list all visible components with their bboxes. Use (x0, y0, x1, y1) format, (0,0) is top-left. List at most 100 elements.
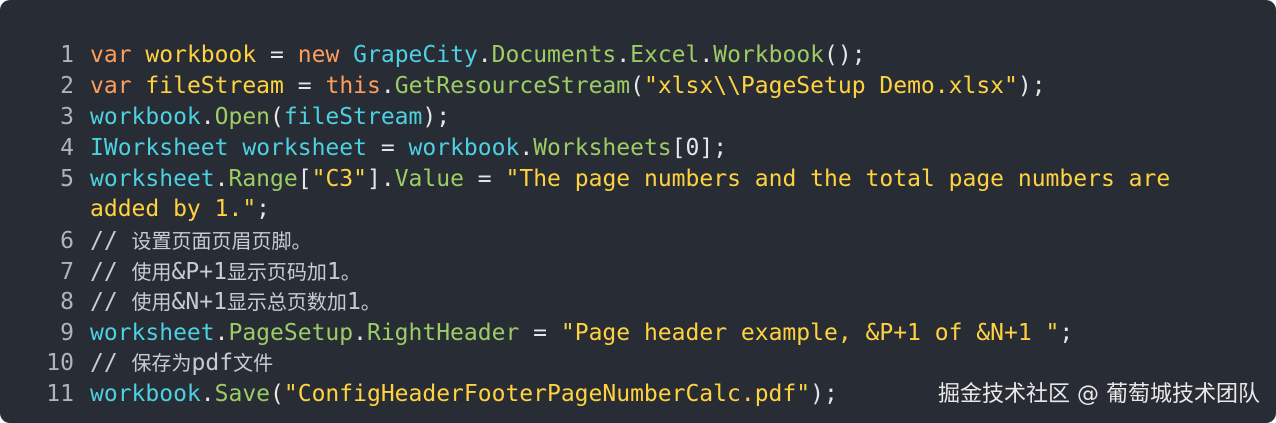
code-token: 显示页码加 (226, 260, 327, 284)
line-number: 8 (60, 289, 74, 315)
line-source: added by 1."; (90, 195, 270, 224)
code-token: // (90, 228, 132, 254)
line-number: 10 (46, 350, 74, 376)
code-token: var (90, 42, 132, 68)
code-token: Open (214, 104, 271, 130)
code-token: 使用 (131, 260, 172, 284)
code-token: Save (214, 381, 271, 407)
code-token: added by 1." (90, 196, 257, 222)
code-token: . (200, 381, 215, 407)
code-token: = (477, 166, 492, 192)
line-number: 9 (60, 320, 74, 346)
line-source: worksheet.Range["C3"].Value = "The page … (90, 164, 1170, 195)
line-source: var workbook = new GrapeCity.Documents.E… (90, 40, 866, 71)
code-token: ); (810, 381, 838, 407)
line-source: var fileStream = this.GetResourceStream(… (90, 71, 1046, 102)
line-number: 3 (60, 104, 74, 130)
code-line-2: 2 var fileStream = this.GetResourceStream… (0, 71, 1276, 102)
code-token: new (297, 42, 340, 68)
code-line-10: 10 // 保存为pdf文件 (0, 348, 1276, 379)
code-line-4: 4 IWorksheet worksheet = workbook.Workshe… (0, 133, 1276, 164)
code-token: . (699, 42, 714, 68)
line-source: // 使用&P+1显示页码加1。 (90, 257, 361, 288)
code-token: 保存为 (131, 351, 192, 375)
code-token: [ (671, 135, 686, 161)
code-token: Workbook (713, 42, 825, 68)
code-token: pdf (191, 350, 234, 376)
code-token: (); (824, 42, 866, 68)
code-token: PageSetup (228, 320, 354, 346)
code-token: fileStream (145, 73, 284, 99)
line-number: 6 (60, 228, 74, 254)
code-token: 使用 (131, 290, 172, 314)
code-token: 。 (360, 290, 381, 314)
line-number: 5 (60, 166, 74, 192)
code-token: 文件 (233, 351, 274, 375)
watermark-text: 掘金技术社区 @ 葡萄城技术团队 (938, 382, 1260, 407)
code-token: Documents (491, 42, 617, 68)
code-token: = (270, 42, 284, 68)
code-token: var (90, 73, 132, 99)
code-token: 。 (340, 260, 361, 284)
code-token: 0 (685, 135, 700, 161)
code-token: ( (630, 73, 644, 99)
code-token: [ (297, 166, 312, 192)
code-token: 1 (326, 259, 341, 285)
code-token: ; (1059, 320, 1074, 346)
code-token: worksheet (90, 320, 215, 346)
line-source: // 使用&N+1显示总页数加1。 (90, 287, 381, 318)
code-token: Range (228, 166, 298, 192)
code-line-7: 7 // 使用&P+1显示页码加1。 (0, 257, 1276, 288)
line-source: // 保存为pdf文件 (90, 348, 273, 379)
code-line-9: 9 worksheet.PageSetup.RightHeader = "Page… (0, 318, 1276, 349)
line-source: // 设置页面页眉页脚。 (90, 226, 312, 257)
code-token: "ConfigHeaderFooterPageNumberCalc.pdf" (283, 381, 811, 407)
code-token: &P+1 (171, 259, 227, 285)
code-token: = (533, 320, 548, 346)
code-token: "C3" (311, 166, 367, 192)
code-token: . (200, 104, 215, 130)
code-token: GetResourceStream (394, 73, 631, 99)
code-token: = (380, 135, 395, 161)
line-source: workbook.Save("ConfigHeaderFooterPageNum… (90, 379, 838, 410)
code-token: &N+1 (171, 289, 227, 315)
code-token: workbook (408, 135, 520, 161)
code-token: // (90, 259, 132, 285)
code-token: workbook (90, 381, 201, 407)
code-token: ); (1017, 73, 1046, 99)
code-token: . (214, 166, 229, 192)
code-token: . (477, 42, 492, 68)
code-line-5: 5 worksheet.Range["C3"].Value = "The page… (0, 164, 1276, 195)
code-token: fileStream (283, 104, 423, 130)
line-source: worksheet.PageSetup.RightHeader = "Page … (90, 318, 1073, 349)
code-token: . (616, 42, 631, 68)
code-token: 设置页面页眉页脚。 (131, 229, 312, 253)
code-block: 1 var workbook = new GrapeCity.Documents.… (0, 0, 1276, 423)
code-token: ); (422, 104, 451, 130)
code-token: workbook (145, 42, 257, 68)
line-source: workbook.Open(fileStream); (90, 102, 450, 133)
code-token: ]; (699, 135, 728, 161)
code-token: "xlsx\\PageSetup Demo.xlsx" (643, 73, 1018, 99)
code-token: Worksheets (533, 135, 672, 161)
code-token: this (325, 73, 381, 99)
code-line-continuation: added by 1."; (0, 195, 1276, 224)
code-token: = (297, 73, 312, 99)
code-token: // (90, 289, 132, 315)
line-number: 2 (60, 73, 74, 99)
code-token: ( (270, 381, 284, 407)
code-token: Excel (630, 42, 700, 68)
code-token: ; (256, 196, 271, 222)
code-token: Value (394, 166, 464, 192)
code-token: IWorksheet (90, 135, 229, 161)
code-token: . (214, 320, 229, 346)
